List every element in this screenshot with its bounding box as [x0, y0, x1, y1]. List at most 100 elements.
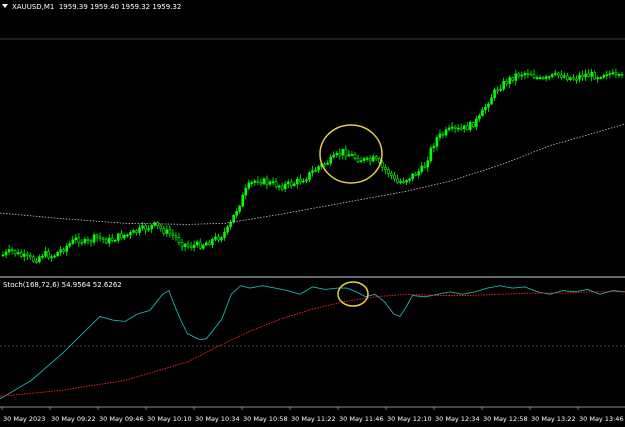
candle-body	[253, 180, 257, 183]
candle-body	[195, 241, 199, 246]
time-tick-label: 30 May 10:10	[147, 415, 192, 423]
candle-body	[560, 74, 563, 78]
candle-body	[411, 173, 414, 180]
candle-body	[19, 252, 23, 257]
candle-body	[620, 73, 624, 77]
candle-body	[117, 233, 120, 241]
candle-body	[368, 157, 372, 162]
candle-body	[380, 162, 384, 168]
candle-body	[277, 185, 281, 188]
candle-body	[468, 122, 472, 130]
candle-body	[110, 237, 114, 241]
candle-body	[490, 97, 493, 105]
candle-body	[426, 160, 430, 168]
candle-body	[50, 256, 53, 259]
candle-body	[25, 253, 29, 256]
candle-body	[162, 228, 166, 234]
candle-body	[159, 225, 163, 229]
candle-body	[198, 241, 202, 249]
candle-body	[59, 249, 62, 253]
candle-body	[189, 245, 193, 248]
candle-body	[347, 154, 351, 157]
candle-body	[408, 178, 411, 181]
candle-body	[305, 179, 308, 182]
candle-body	[71, 239, 75, 244]
candle-body	[390, 172, 393, 176]
time-tick-label: 30 May 11:46	[339, 415, 384, 423]
candle-body	[572, 77, 575, 80]
candle-body	[317, 166, 320, 171]
time-tick-label: 30 May 10:34	[195, 415, 240, 423]
symbol-dropdown-icon[interactable]	[2, 4, 8, 8]
candle-body	[41, 255, 44, 258]
candle-body	[423, 165, 427, 168]
candle-body	[247, 182, 251, 189]
candle-body	[344, 149, 348, 157]
candle-body	[311, 170, 314, 173]
candle-body	[611, 72, 615, 75]
time-tick-label: 30 May 13:46	[579, 415, 624, 423]
candle-body	[274, 181, 278, 188]
highlight-circle-price	[319, 124, 383, 184]
candle-body	[587, 73, 590, 77]
candle-body	[526, 73, 530, 75]
candle-body	[563, 75, 566, 78]
candle-body	[599, 77, 603, 79]
candle-body	[405, 180, 408, 183]
candle-body	[208, 242, 211, 245]
candle-body	[229, 222, 232, 227]
candle-body	[292, 183, 296, 186]
indicator-name: Stoch(168,72,6)	[3, 281, 60, 289]
candle-body	[450, 126, 454, 129]
candle-body	[465, 125, 469, 130]
candle-body	[541, 77, 545, 79]
time-tick-label: 30 May 12:58	[483, 415, 528, 423]
candle-body	[475, 118, 478, 128]
candle-body	[89, 240, 93, 243]
candle-body	[201, 244, 205, 249]
candle-body	[241, 194, 245, 207]
candle-body	[338, 152, 342, 156]
candle-body	[359, 160, 363, 163]
time-tick-label: 30 May 09:22	[51, 415, 96, 423]
candle-body	[113, 240, 117, 242]
candle-body	[532, 74, 536, 78]
candle-body	[593, 72, 596, 80]
candle-body	[544, 76, 548, 79]
candle-body	[481, 109, 484, 116]
stoch-signal-line	[0, 291, 625, 397]
candle-body	[605, 74, 609, 77]
time-tick-label: 30 May 12:34	[435, 415, 480, 423]
candle-body	[204, 242, 208, 246]
candle-body	[578, 74, 581, 80]
candle-body	[283, 183, 287, 190]
candle-body	[417, 171, 421, 176]
candle-body	[505, 81, 508, 84]
candle-body	[514, 73, 518, 81]
candle-body	[132, 230, 135, 233]
candle-body	[569, 77, 572, 80]
candle-body	[496, 89, 499, 92]
candle-body	[98, 236, 102, 239]
candle-body	[56, 251, 59, 257]
candle-body	[608, 73, 612, 76]
candle-body	[223, 231, 226, 238]
indicator-values: 54.9564 52.6262	[61, 281, 122, 289]
candle-body	[217, 236, 220, 241]
candle-body	[581, 74, 584, 78]
candle-body	[329, 156, 333, 164]
candle-body	[268, 181, 272, 185]
candle-body	[302, 180, 305, 183]
stoch-main-line	[0, 285, 625, 400]
candle-body	[101, 237, 105, 240]
candle-body	[123, 234, 126, 239]
candle-body	[244, 187, 248, 196]
candle-body	[396, 178, 399, 183]
candle-body	[508, 77, 512, 84]
candle-body	[384, 166, 387, 170]
candle-body	[171, 233, 175, 236]
candle-body	[168, 229, 172, 235]
candle-body	[590, 72, 593, 77]
candle-body	[4, 251, 8, 256]
candle-body	[484, 106, 487, 111]
